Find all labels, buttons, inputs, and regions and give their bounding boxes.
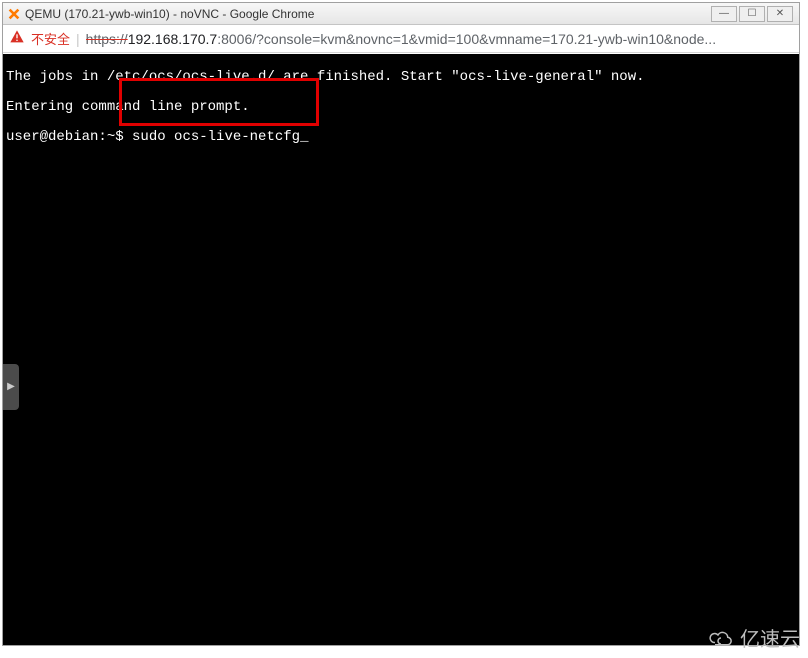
terminal-line: The jobs in /etc/ocs/ocs-live.d/ are fin…: [6, 70, 796, 85]
address-bar[interactable]: 不安全 | https://192.168.170.7:8006/?consol…: [3, 25, 799, 53]
watermark-text: 亿速云: [740, 623, 800, 652]
watermark: 亿速云: [706, 623, 800, 652]
window-controls: — ☐ ✕: [711, 6, 793, 22]
cloud-icon: [706, 628, 736, 648]
url-text[interactable]: https://192.168.170.7:8006/?console=kvm&…: [86, 31, 793, 47]
shell-prompt: user@debian:~$: [6, 129, 132, 145]
url-rest: :8006/?console=kvm&novnc=1&vmid=100&vmna…: [217, 31, 716, 47]
app-icon: [7, 7, 21, 21]
maximize-button[interactable]: ☐: [739, 6, 765, 22]
insecure-label: 不安全: [31, 29, 70, 48]
terminal[interactable]: The jobs in /etc/ocs/ocs-live.d/ are fin…: [3, 54, 799, 645]
terminal-prompt-line: user@debian:~$ sudo ocs-live-netcfg_: [6, 130, 796, 145]
minimize-button[interactable]: —: [711, 6, 737, 22]
url-scheme: https://: [86, 31, 128, 47]
titlebar[interactable]: QEMU (170.21-ywb-win10) - noVNC - Google…: [3, 3, 799, 25]
warning-icon: [9, 29, 25, 48]
novnc-side-tab[interactable]: ▶: [3, 364, 19, 410]
cursor: _: [300, 129, 308, 145]
close-button[interactable]: ✕: [767, 6, 793, 22]
url-host: 192.168.170.7: [128, 31, 218, 47]
browser-window: QEMU (170.21-ywb-win10) - noVNC - Google…: [2, 2, 800, 646]
separator: |: [76, 31, 80, 47]
window-title: QEMU (170.21-ywb-win10) - noVNC - Google…: [25, 7, 711, 21]
terminal-line: Entering command line prompt.: [6, 100, 796, 115]
command-text: sudo ocs-live-netcfg: [132, 129, 300, 145]
chevron-right-icon: ▶: [7, 380, 15, 395]
